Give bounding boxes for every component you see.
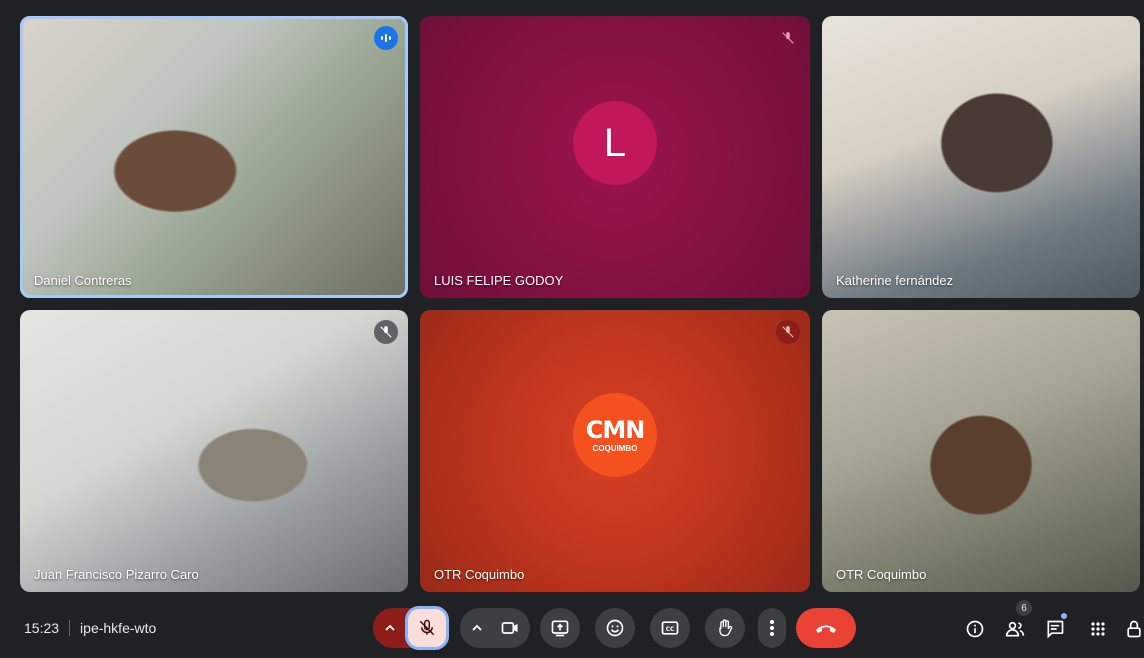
participant-tile-luis[interactable]: L LUIS FELIPE GODOY	[420, 16, 810, 298]
end-call-button[interactable]	[796, 608, 856, 648]
muted-badge	[776, 320, 800, 344]
participant-tile-juan[interactable]: Juan Francisco Pizarro Caro	[20, 310, 408, 592]
mic-off-icon	[419, 619, 435, 636]
lock-icon	[1127, 620, 1141, 638]
more-options-button[interactable]	[758, 608, 786, 648]
meeting-code: ipe-hkfe-wto	[80, 620, 157, 636]
mic-off-icon	[782, 326, 794, 338]
meeting-info: 15:23 ipe-hkfe-wto	[24, 620, 156, 636]
audio-options-button[interactable]	[373, 608, 407, 648]
video-options-button[interactable]	[464, 608, 490, 648]
participant-tile-otr-coquimbo-logo[interactable]: CMN COQUIMBO OTR Coquimbo	[420, 310, 810, 592]
mic-off-icon	[380, 326, 392, 338]
present-button[interactable]	[540, 608, 580, 648]
present-icon	[551, 620, 569, 637]
chat-icon	[1047, 620, 1064, 639]
logo-subtext: COQUIMBO	[592, 443, 638, 453]
participant-name: OTR Coquimbo	[434, 567, 525, 582]
apps-icon	[1091, 622, 1105, 636]
chevron-up-icon	[385, 624, 395, 631]
control-bar: 15:23 ipe-hkfe-wto CC	[0, 600, 1144, 658]
participant-tile-daniel[interactable]: Daniel Contreras	[20, 16, 408, 298]
meeting-details-button[interactable]	[960, 614, 990, 644]
info-icon	[966, 620, 984, 638]
speaking-indicator	[374, 26, 398, 50]
participant-name: Katherine fernández	[836, 273, 954, 288]
people-count-badge: 6	[1016, 600, 1032, 616]
captions-icon: CC	[661, 621, 679, 635]
raise-hand-button[interactable]	[705, 608, 745, 648]
emoji-icon	[606, 619, 624, 637]
mic-control-group	[373, 606, 449, 650]
participant-name: LUIS FELIPE GODOY	[434, 273, 564, 288]
people-icon	[1005, 621, 1025, 637]
participant-tile-katherine[interactable]: Katherine fernández	[822, 16, 1140, 298]
mic-toggle-button[interactable]	[405, 606, 449, 650]
host-controls-button[interactable]	[1124, 614, 1144, 644]
svg-text:CC: CC	[666, 627, 675, 633]
cmn-logo: CMN COQUIMBO	[573, 393, 657, 477]
logo-text: CMN	[585, 415, 646, 444]
reactions-button[interactable]	[595, 608, 635, 648]
chat-notification-dot	[1061, 613, 1067, 619]
chevron-up-icon	[472, 624, 482, 631]
participant-name: Daniel Contreras	[34, 273, 132, 288]
end-call-icon	[816, 625, 836, 633]
participant-name: Juan Francisco Pizarro Caro	[34, 567, 199, 582]
captions-button[interactable]: CC	[650, 608, 690, 648]
muted-badge	[776, 26, 800, 50]
mic-off-icon	[782, 32, 794, 44]
camera-toggle-button[interactable]	[490, 608, 530, 648]
more-icon	[770, 620, 774, 636]
meeting-time: 15:23	[24, 620, 60, 636]
participant-tile-otr-coquimbo-camera[interactable]: OTR Coquimbo	[822, 310, 1140, 592]
speaking-icon	[381, 34, 391, 42]
camera-control-group	[460, 608, 530, 648]
divider	[69, 620, 71, 636]
activities-button[interactable]	[1083, 614, 1113, 644]
camera-icon	[501, 622, 518, 634]
avatar: L	[573, 101, 657, 185]
muted-badge	[374, 320, 398, 344]
people-button[interactable]	[1000, 614, 1030, 644]
participant-name: OTR Coquimbo	[836, 567, 927, 582]
raise-hand-icon	[719, 619, 733, 637]
